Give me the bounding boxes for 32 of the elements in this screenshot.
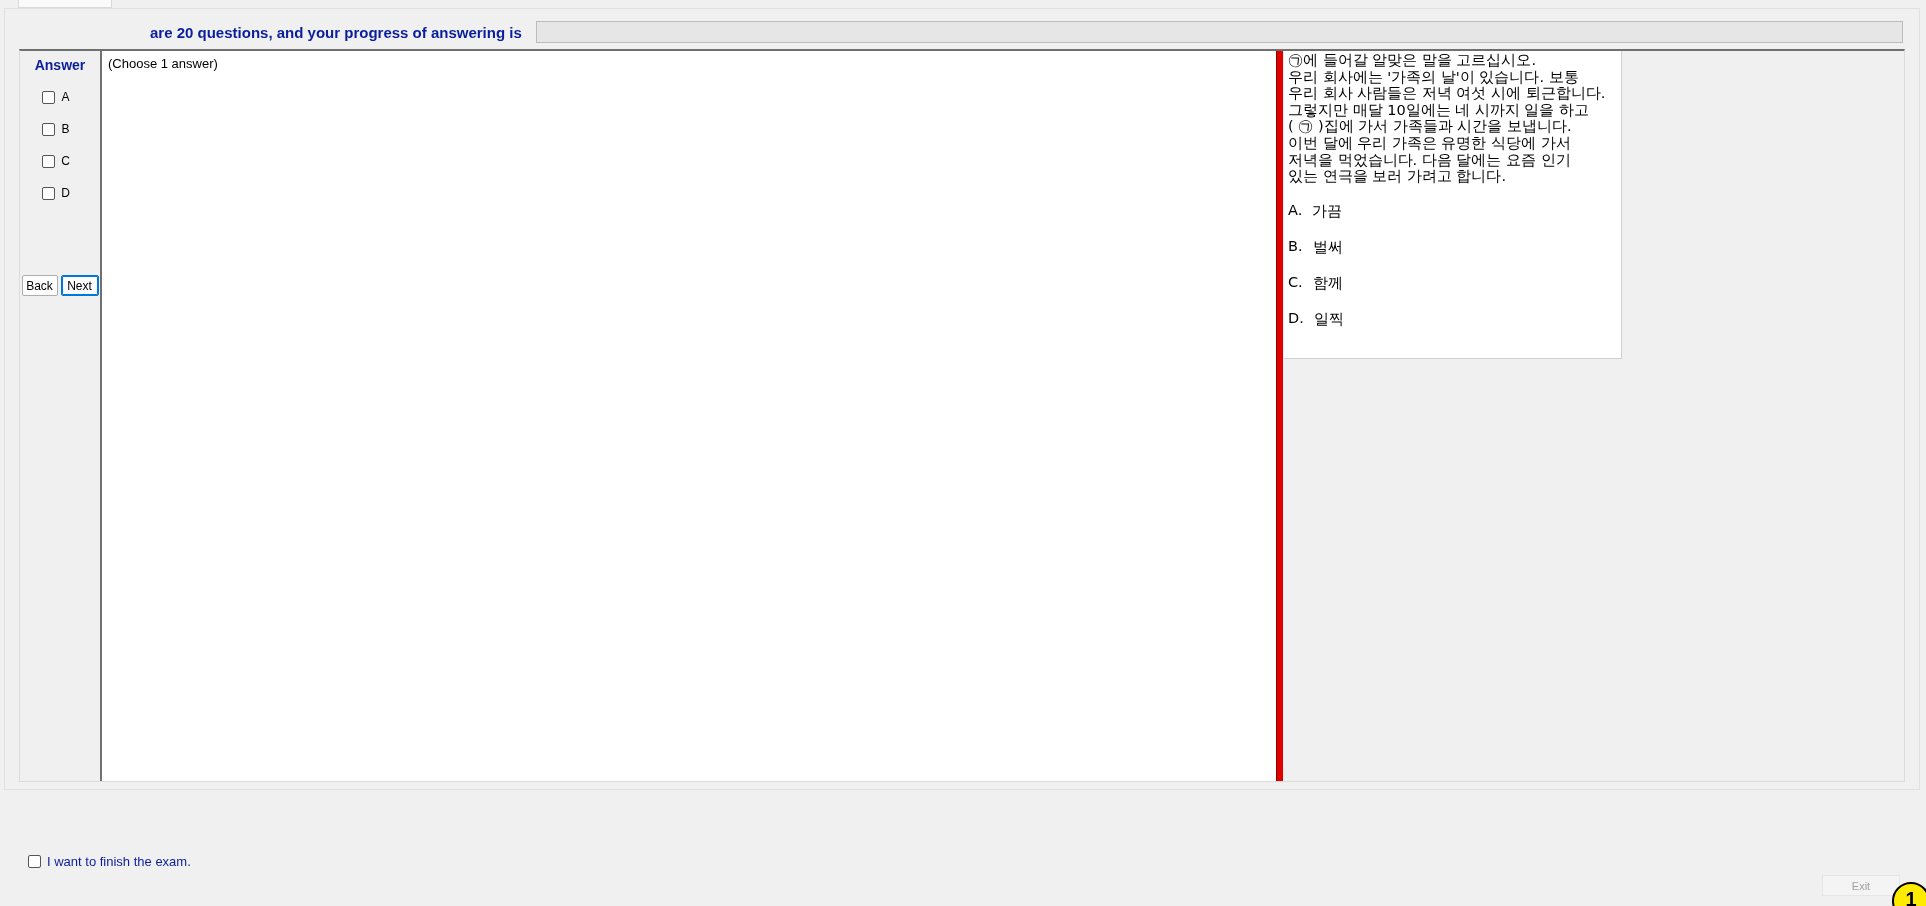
option-text: 일찍 [1313, 309, 1344, 329]
choice-label: A [61, 90, 70, 104]
option-letter: B. [1288, 237, 1303, 256]
option-text: 함께 [1312, 273, 1343, 293]
question-instruction: (Choose 1 answer) [108, 56, 218, 71]
progress-label: are 20 questions, and your progress of answering is [150, 23, 522, 41]
passage-line: 그렇지만 매달 10일에는 네 시까지 일을 하고 [1288, 101, 1591, 119]
passage-line: 있는 연극을 보러 가려고 합니다. [1288, 168, 1508, 185]
answer-checkbox[interactable] [42, 90, 56, 104]
answer-checkbox[interactable] [42, 186, 56, 200]
passage-line: ( ㉠ )집에 가서 가족들과 시간을 보냅니다. [1288, 118, 1573, 135]
choice-label: B [61, 122, 70, 136]
passage-line: 우리 회사 사람들은 저녁 여섯 시에 퇴근합니다. [1288, 85, 1607, 102]
passage-line: 이번 달에 우리 가족은 유명한 식당에 가서 [1288, 134, 1572, 152]
option-letter: D. [1288, 309, 1304, 328]
answer-checkbox[interactable] [42, 122, 56, 136]
passage-line: 우리 회사에는 '가족의 날'이 있습니다. 보통 [1288, 68, 1580, 86]
option-letter: A. [1288, 201, 1303, 220]
number-badge: 1 [1892, 882, 1926, 906]
option-letter: C. [1288, 273, 1303, 292]
answer-checkbox[interactable] [42, 154, 56, 168]
finish-label: I want to finish the exam. [47, 854, 191, 869]
finish-checkbox[interactable] [28, 855, 41, 868]
answer-heading: Answer [34, 57, 86, 73]
option-text: 벌써 [1312, 237, 1343, 257]
passage-line: ㉠에 들어갈 알맞은 말을 고르십시오. [1288, 52, 1538, 69]
choice-label: D [61, 186, 70, 200]
passage-line: 저녁을 먹었습니다. 다음 달에는 요즘 인기 [1288, 151, 1572, 169]
back-button[interactable]: Back [21, 275, 58, 296]
next-button[interactable]: Next [60, 275, 99, 296]
choice-label: C [61, 154, 70, 168]
option-text: 가끔 [1312, 201, 1343, 221]
